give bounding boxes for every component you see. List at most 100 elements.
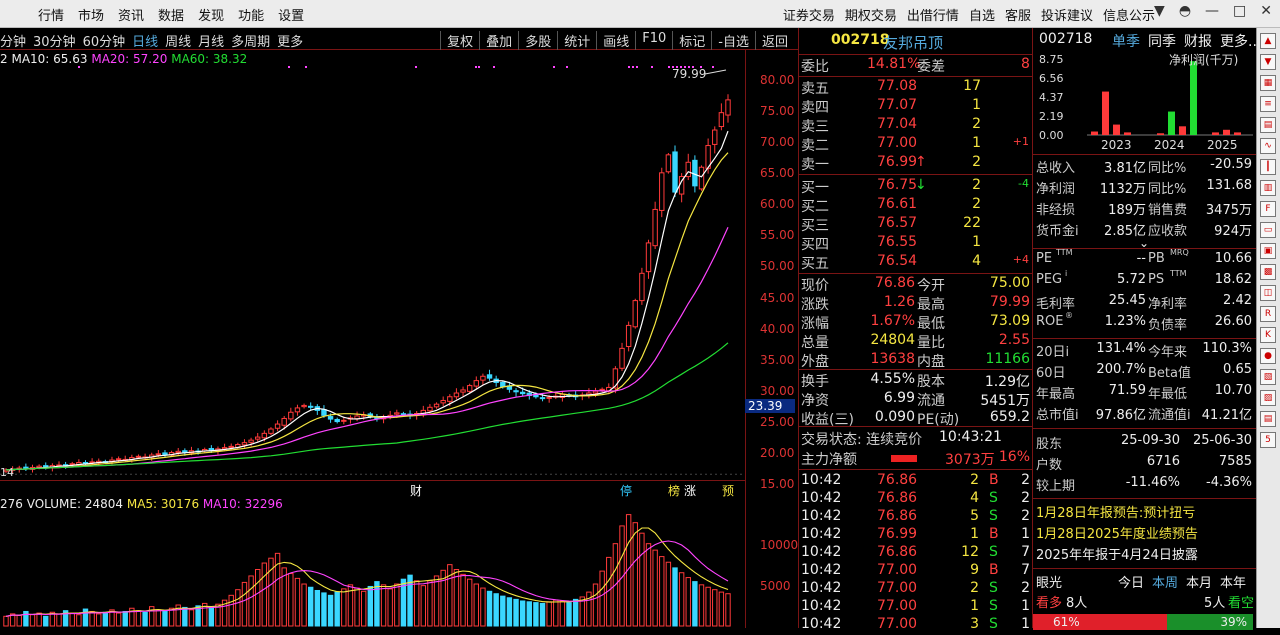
tool-3[interactable]: 统计	[557, 31, 596, 50]
info-tab-2[interactable]: 财报	[1184, 31, 1212, 51]
tool-1[interactable]: 叠加	[479, 31, 518, 50]
mini-y-tick: 6.56	[1039, 72, 1064, 85]
stack-icon[interactable]: ▤	[1260, 411, 1276, 427]
tool-2[interactable]: 多股	[518, 31, 557, 50]
signal-marker	[553, 66, 555, 68]
perf-value: 41.21亿	[1201, 408, 1252, 423]
menu-item-0[interactable]: 行情	[38, 5, 64, 24]
tool-8[interactable]: 返回	[754, 31, 794, 50]
info-tab-1[interactable]: 同季	[1148, 31, 1176, 51]
kline-svg[interactable]: 79.99 14	[0, 28, 745, 628]
period-tab-1[interactable]: 30分钟	[33, 31, 76, 50]
event-3[interactable]: 涨	[684, 482, 696, 499]
line-chart-icon[interactable]: ∿	[1260, 138, 1276, 154]
menu-item-3[interactable]: 数据	[158, 5, 184, 24]
calc-icon[interactable]: ▩	[1260, 264, 1276, 280]
vol-ma10: MA10: 32296	[202, 497, 283, 511]
maximize-icon[interactable]: □	[1233, 3, 1246, 19]
period-tab-4[interactable]: 周线	[165, 31, 191, 50]
list-icon[interactable]: ≡	[1260, 96, 1276, 112]
info-tab-3[interactable]: 更多..	[1220, 31, 1257, 51]
pin-icon[interactable]: ▼	[1154, 3, 1165, 19]
tool-0[interactable]: 复权	[440, 31, 479, 50]
ratio-value: 1.23%	[1104, 314, 1146, 329]
minimize-icon[interactable]: —	[1205, 3, 1219, 19]
eyes-tab-0[interactable]: 今日	[1118, 572, 1144, 591]
bar-chart-icon[interactable]: ▥	[1260, 180, 1276, 196]
menu-item-2[interactable]: 资讯	[118, 5, 144, 24]
down-arrow-icon[interactable]: ▼	[1260, 54, 1276, 70]
period-tab-0[interactable]: 分钟	[0, 31, 26, 50]
period-tab-2[interactable]: 60分钟	[83, 31, 126, 50]
candle-body	[665, 154, 672, 173]
kline-chart-panel[interactable]: 79.99 14 分钟 30分钟 60分钟 日线 周线 月线 多周期 更多 复权 叠加 多股 统计 画线…	[0, 28, 798, 628]
up-arrow-icon[interactable]: ▲	[1260, 33, 1276, 49]
f10-icon[interactable]: F	[1260, 201, 1276, 217]
menu-right-item-6[interactable]: 信息公示	[1103, 5, 1155, 24]
bull-pct: 61%	[1053, 615, 1080, 629]
menu-item-4[interactable]: 发现	[198, 5, 224, 24]
info-tab-0[interactable]: 单季	[1112, 31, 1140, 51]
signal-marker	[628, 66, 630, 68]
close-icon[interactable]: ✕	[1260, 3, 1272, 19]
ratio-sup: TTM	[1056, 248, 1073, 257]
perf-label: 年最高	[1036, 387, 1076, 402]
notice-1[interactable]: 1月28日2025年度业绩预告	[1036, 523, 1198, 542]
event-1[interactable]: 停	[620, 482, 632, 499]
menu-item-6[interactable]: 设置	[278, 5, 304, 24]
volume-bar	[96, 613, 102, 627]
stock-name[interactable]: 友邦吊顶	[883, 32, 943, 53]
weibi-value: 14.81%	[867, 56, 921, 72]
tool-5[interactable]: F10	[635, 31, 672, 50]
eyes-tab-1[interactable]: 本周	[1152, 572, 1178, 591]
divider	[799, 273, 1033, 274]
volume-bar	[698, 584, 705, 627]
info-row: 20日i 131.4% 今年来 110.3%	[1036, 341, 1256, 360]
low-label: 14	[0, 466, 14, 479]
book-change: -4	[1018, 177, 1029, 190]
candle-icon[interactable]: ┃	[1260, 159, 1276, 175]
box-icon[interactable]: ▨	[1260, 390, 1276, 406]
event-2[interactable]: 榜	[668, 482, 680, 499]
news-icon[interactable]: ▣	[1260, 243, 1276, 259]
table-icon[interactable]: ▤	[1260, 117, 1276, 133]
price-tick-8: 40.00	[760, 321, 795, 336]
num-icon[interactable]: 5	[1260, 432, 1276, 448]
menu-right-item-3[interactable]: 自选	[969, 5, 995, 24]
menu-item-1[interactable]: 市场	[78, 5, 104, 24]
event-0[interactable]: 财	[410, 482, 422, 499]
tool-7[interactable]: -自选	[711, 31, 755, 50]
kdj-icon[interactable]: K	[1260, 327, 1276, 343]
trade-icon[interactable]: ●	[1260, 348, 1276, 364]
stock-code[interactable]: 002718	[831, 32, 889, 48]
event-4[interactable]: 预	[722, 482, 734, 499]
menu-right-item-5[interactable]: 投诉建议	[1041, 5, 1093, 24]
quote-row: 买四 76.55 1	[799, 234, 1033, 253]
period-tab-5[interactable]: 月线	[198, 31, 224, 50]
indicator-icon[interactable]: ◫	[1260, 285, 1276, 301]
tool-6[interactable]: 标记	[672, 31, 711, 50]
menu-right-item-0[interactable]: 证券交易	[783, 5, 835, 24]
eyes-tab-3[interactable]: 本年	[1220, 572, 1246, 591]
menu-right-item-2[interactable]: 出借行情	[907, 5, 959, 24]
info-row: 户数 6716 7585	[1036, 454, 1256, 473]
notice-0[interactable]: 1月28日年报预告:预计扭亏	[1036, 502, 1195, 521]
volume-bar	[248, 575, 254, 627]
rsi-icon[interactable]: R	[1260, 306, 1276, 322]
period-tab-7[interactable]: 更多	[277, 31, 303, 50]
volume-bar	[29, 614, 36, 627]
skin-icon[interactable]: ◓	[1179, 3, 1191, 19]
period-tab-6[interactable]: 多周期	[231, 31, 270, 50]
grid-icon[interactable]: ▦	[1260, 75, 1276, 91]
eyes-tab-2[interactable]: 本月	[1186, 572, 1212, 591]
candle-body	[447, 396, 453, 402]
notice-2[interactable]: 2025年年报于4月24日披露	[1036, 544, 1198, 563]
doc-icon[interactable]: ▭	[1260, 222, 1276, 238]
menu-right-item-1[interactable]: 期权交易	[845, 5, 897, 24]
panel-icon[interactable]: ▧	[1260, 369, 1276, 385]
vol-tick-0: 10000	[760, 538, 799, 553]
tool-4[interactable]: 画线	[596, 31, 635, 50]
menu-item-5[interactable]: 功能	[238, 5, 264, 24]
menu-right-item-4[interactable]: 客服	[1005, 5, 1031, 24]
period-tab-3[interactable]: 日线	[132, 31, 158, 50]
